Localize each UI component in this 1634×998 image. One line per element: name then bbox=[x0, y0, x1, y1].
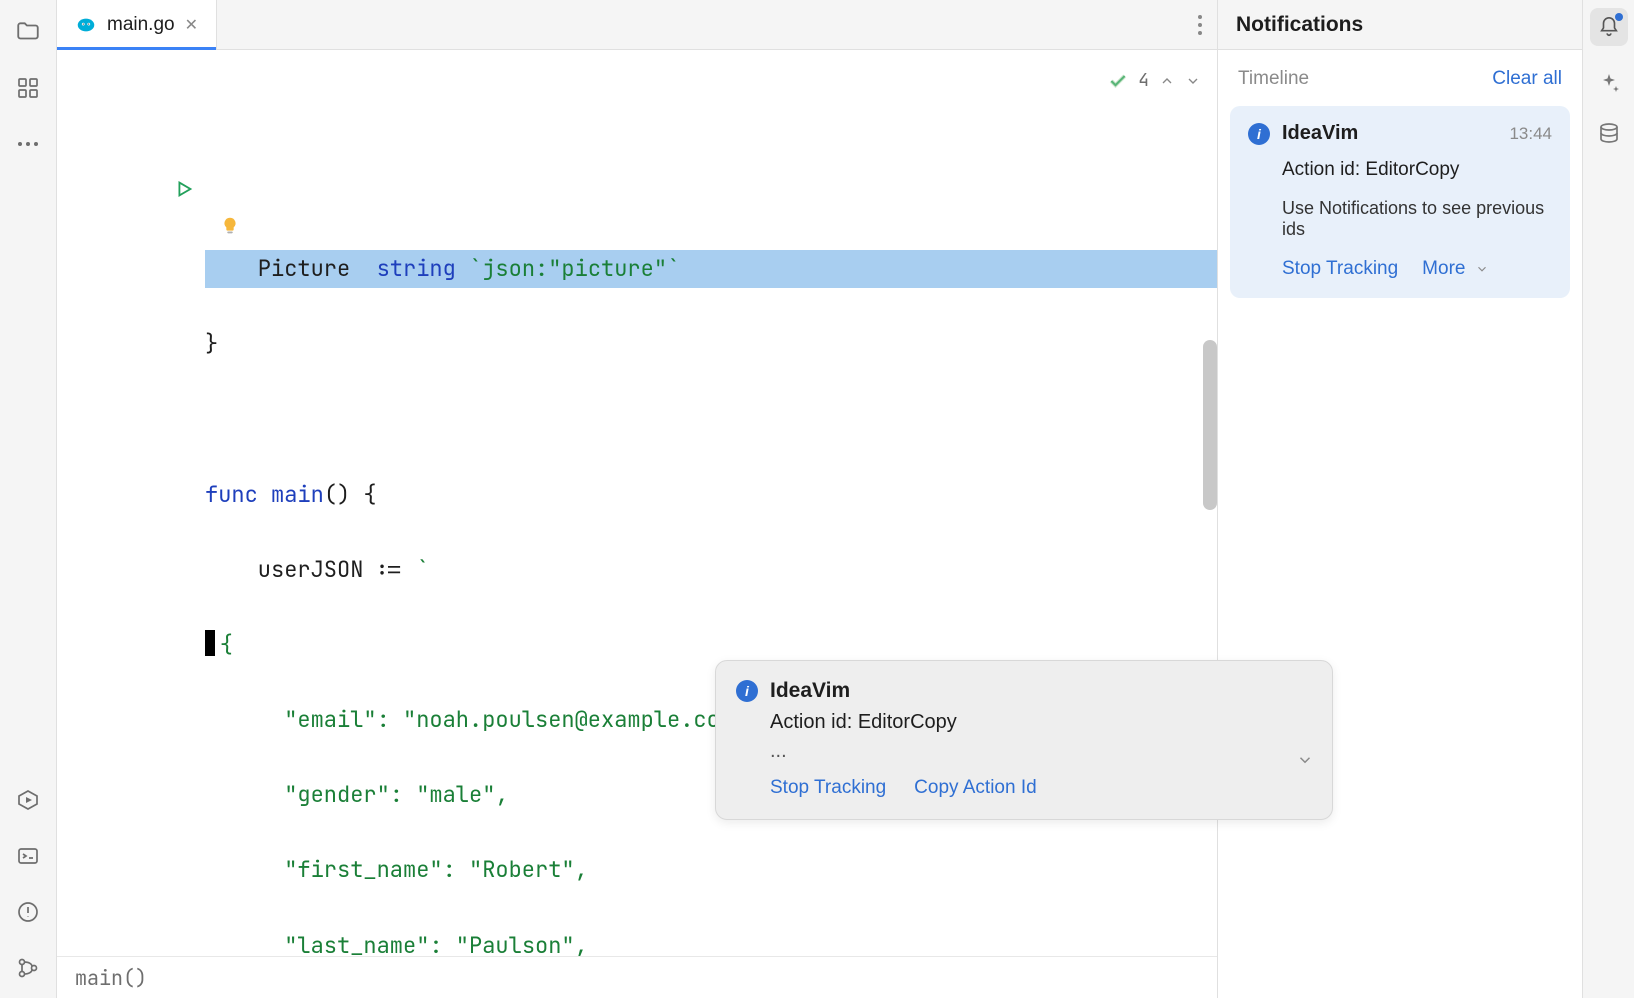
info-icon: i bbox=[736, 680, 758, 702]
go-file-icon bbox=[75, 14, 97, 36]
notification-time: 13:44 bbox=[1509, 124, 1552, 144]
check-icon bbox=[1108, 71, 1128, 91]
database-icon[interactable] bbox=[1597, 122, 1621, 146]
tab-main-go[interactable]: main.go ✕ bbox=[57, 0, 217, 49]
notification-card[interactable]: i IdeaVim 13:44 Action id: EditorCopy Us… bbox=[1230, 106, 1570, 298]
problems-icon[interactable] bbox=[14, 898, 42, 926]
right-toolbar bbox=[1582, 0, 1634, 998]
notifications-title: Notifications bbox=[1236, 13, 1363, 37]
gutter bbox=[57, 50, 205, 956]
tab-close-icon[interactable]: ✕ bbox=[185, 15, 198, 35]
toast-body: Action id: EditorCopy bbox=[770, 711, 1312, 734]
notification-dot-icon bbox=[1615, 13, 1623, 21]
run-gutter-icon[interactable] bbox=[57, 178, 195, 200]
inspection-widget[interactable]: 4 bbox=[1108, 62, 1201, 100]
toast-stop-tracking-link[interactable]: Stop Tracking bbox=[770, 777, 886, 799]
next-highlight-icon[interactable] bbox=[1185, 73, 1201, 89]
more-icon[interactable] bbox=[14, 130, 42, 158]
tab-filename: main.go bbox=[107, 14, 175, 36]
terminal-icon[interactable] bbox=[14, 842, 42, 870]
clear-all-link[interactable]: Clear all bbox=[1492, 68, 1562, 90]
chevron-down-icon[interactable] bbox=[1475, 262, 1489, 276]
toast-title: IdeaVim bbox=[770, 679, 850, 703]
notifications-header: Notifications bbox=[1218, 0, 1582, 50]
editor-area: main.go ✕ 4 Picture bbox=[57, 0, 1218, 998]
chevron-down-icon[interactable] bbox=[1296, 751, 1314, 769]
breadcrumb[interactable]: main() bbox=[57, 956, 1217, 998]
more-link[interactable]: More bbox=[1422, 258, 1465, 280]
notification-note: Use Notifications to see previous ids bbox=[1282, 198, 1552, 240]
stop-tracking-link[interactable]: Stop Tracking bbox=[1282, 258, 1398, 280]
notifications-bell-button[interactable] bbox=[1590, 8, 1628, 46]
tab-menu-icon[interactable] bbox=[1197, 14, 1203, 36]
folder-icon[interactable] bbox=[14, 18, 42, 46]
inspection-count: 4 bbox=[1138, 62, 1149, 100]
tab-bar: main.go ✕ bbox=[57, 0, 1217, 50]
structure-icon[interactable] bbox=[14, 74, 42, 102]
editor[interactable]: 4 Picture string `json:"picture"` } func… bbox=[57, 50, 1217, 956]
info-icon: i bbox=[1248, 123, 1270, 145]
vcs-icon[interactable] bbox=[14, 954, 42, 982]
timeline-label: Timeline bbox=[1238, 68, 1309, 90]
notification-body: Action id: EditorCopy bbox=[1282, 157, 1552, 184]
notifications-panel: Notifications Timeline Clear all i IdeaV… bbox=[1218, 0, 1582, 998]
toast-copy-action-link[interactable]: Copy Action Id bbox=[914, 777, 1037, 799]
toast-ellipsis: ... bbox=[770, 740, 1312, 763]
breadcrumb-item: main() bbox=[75, 965, 147, 991]
left-toolbar bbox=[0, 0, 57, 998]
prev-highlight-icon[interactable] bbox=[1159, 73, 1175, 89]
ai-assistant-icon[interactable] bbox=[1597, 72, 1621, 96]
notification-title: IdeaVim bbox=[1282, 122, 1497, 145]
code-area[interactable]: 4 Picture string `json:"picture"` } func… bbox=[205, 50, 1217, 956]
toast-notification: i IdeaVim Action id: EditorCopy ... Stop… bbox=[715, 660, 1333, 820]
services-icon[interactable] bbox=[14, 786, 42, 814]
